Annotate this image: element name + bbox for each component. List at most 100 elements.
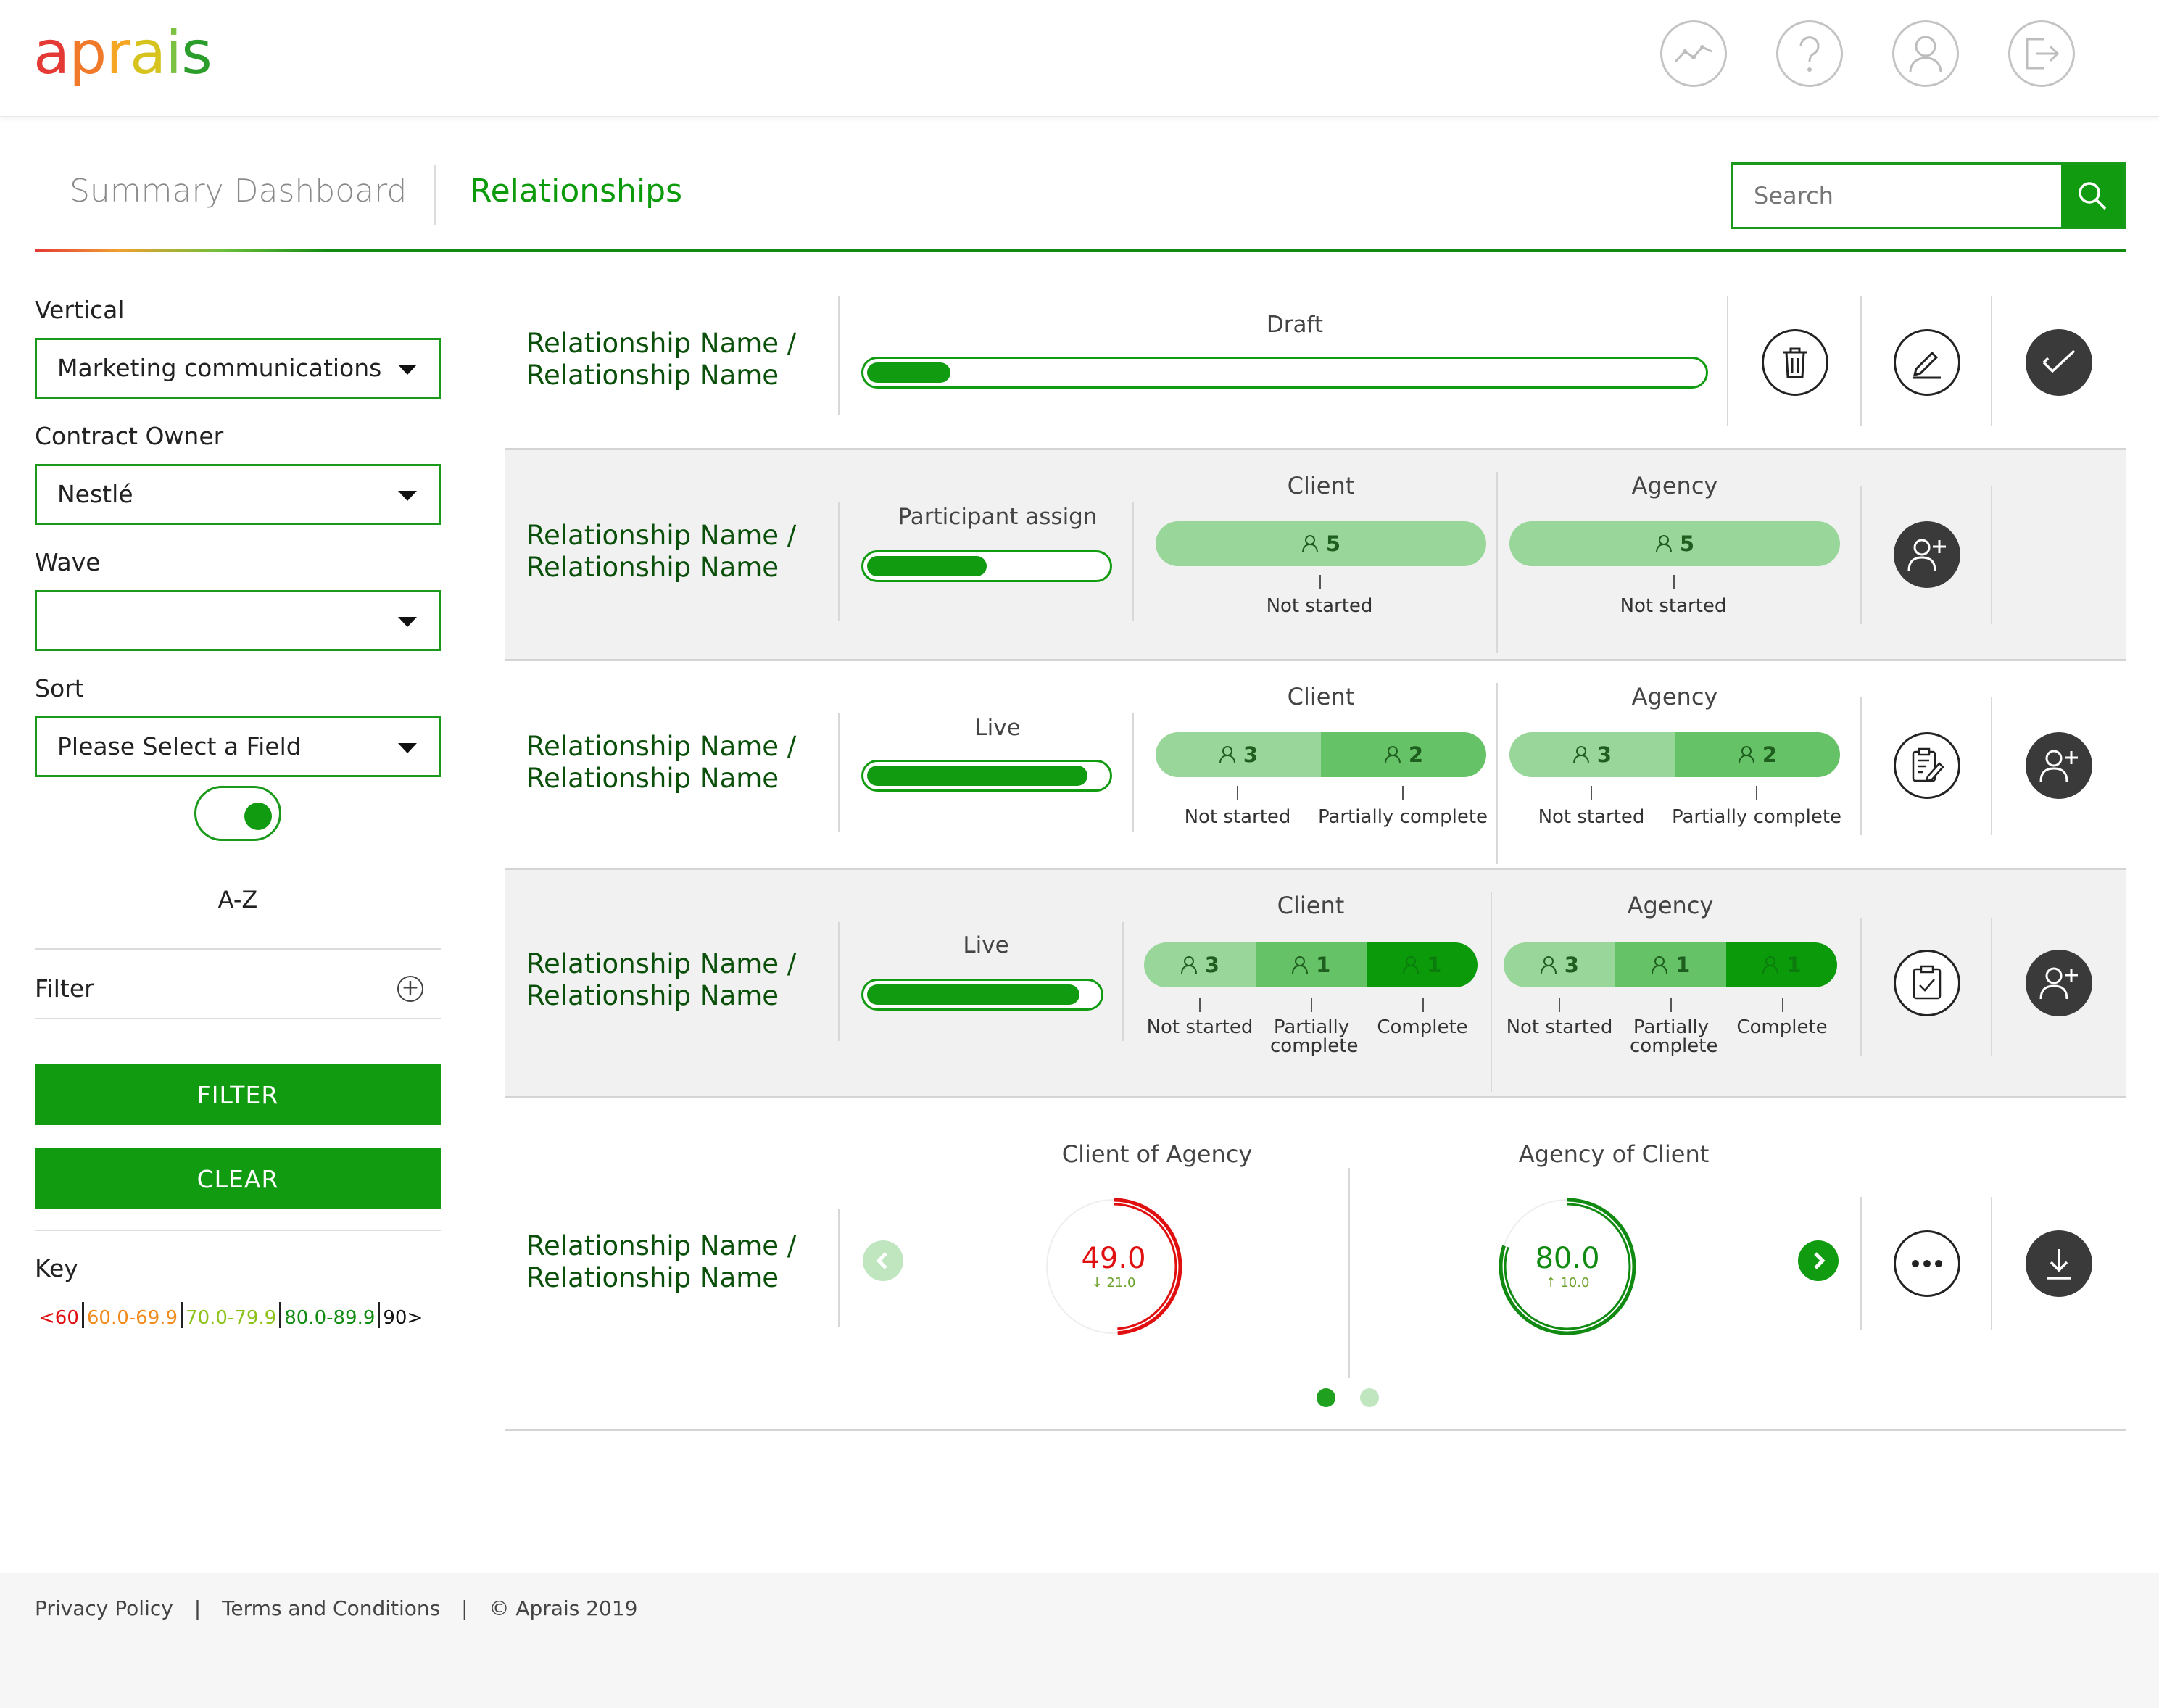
client-partially-complete-segment: 2 [1321, 732, 1486, 777]
tick-mark [1756, 786, 1757, 800]
more-icon [1912, 1260, 1942, 1267]
aprais-logo[interactable]: aprais [33, 17, 212, 90]
person-icon [1384, 746, 1401, 764]
agency-participant-bar[interactable]: 5 [1509, 521, 1840, 566]
clipboard-check-icon [1913, 965, 1942, 1000]
relationship-row-live: Relationship Name / Relationship Name Liv… [505, 661, 2126, 868]
agency-partially-complete-label: Partially complete [1671, 806, 1842, 828]
wave-select[interactable] [35, 590, 441, 651]
column-divider [1991, 296, 1992, 426]
footer-separator: | [461, 1596, 468, 1620]
tab-summary-dashboard[interactable]: Summary Dashboard [70, 173, 407, 210]
client-participant-bar[interactable]: 3 1 1 [1144, 942, 1478, 987]
add-user-icon [2039, 750, 2078, 782]
client-participant-bar[interactable]: 3 2 [1156, 732, 1486, 777]
agency-partially-complete-label: Partially complete [1630, 1016, 1718, 1057]
footer-links: Privacy Policy | Terms and Conditions | … [35, 1596, 638, 1620]
logo-letter: s [181, 19, 212, 88]
search-input[interactable] [1733, 165, 2061, 227]
client-of-agency-change: ↓ 21.0 [1091, 1275, 1136, 1290]
relationship-name[interactable]: Relationship Name / Relationship Name [526, 948, 796, 1012]
tick-mark [1311, 998, 1312, 1012]
results-button[interactable] [1894, 950, 1960, 1016]
relationship-name[interactable]: Relationship Name / Relationship Name [526, 731, 796, 795]
help-icon[interactable] [1776, 20, 1843, 87]
agency-partially-complete-segment: 2 [1675, 732, 1840, 777]
pager-dot-active[interactable] [1317, 1388, 1335, 1407]
vertical-label: Vertical [35, 296, 125, 324]
progress-fill [867, 556, 987, 576]
client-group-title: Client [1287, 683, 1355, 710]
review-button[interactable] [1894, 732, 1960, 799]
sort-order-label: A-Z [217, 886, 258, 913]
copyright-text: © Aprais 2019 [489, 1596, 638, 1620]
search-button[interactable] [2061, 165, 2123, 227]
client-not-started-segment: 3 [1144, 942, 1256, 987]
agency-group-title: Agency [1627, 892, 1714, 919]
chevron-right-icon [1814, 1252, 1826, 1269]
approve-button[interactable] [2026, 329, 2092, 396]
person-icon [1540, 956, 1557, 974]
column-divider [1991, 486, 1992, 624]
terms-link[interactable]: Terms and Conditions [222, 1596, 440, 1620]
more-options-button[interactable] [1894, 1230, 1960, 1297]
client-participant-bar[interactable]: 5 [1156, 521, 1486, 566]
column-divider [1860, 486, 1862, 624]
relationship-name[interactable]: Relationship Name / Relationship Name [526, 520, 796, 584]
analytics-icon[interactable] [1660, 20, 1727, 87]
relationship-name[interactable]: Relationship Name / Relationship Name [526, 328, 796, 391]
client-complete-segment: 1 [1366, 942, 1478, 987]
previous-arrow-button[interactable] [863, 1240, 903, 1281]
agency-not-started-segment: 3 [1504, 942, 1615, 987]
download-button[interactable] [2026, 1230, 2092, 1297]
edit-button[interactable] [1894, 329, 1960, 396]
clear-button[interactable]: CLEAR [35, 1148, 441, 1209]
pager-dot[interactable] [1360, 1388, 1379, 1407]
add-participant-button[interactable] [2026, 732, 2092, 799]
add-filter-icon[interactable]: + [397, 976, 423, 1002]
chevron-left-icon [876, 1252, 887, 1269]
tick-mark [1670, 998, 1672, 1012]
client-partially-complete-segment: 1 [1255, 942, 1367, 987]
user-icon[interactable] [1892, 20, 1959, 87]
search-box [1731, 162, 2126, 229]
tab-relationships[interactable]: Relationships [470, 173, 682, 210]
contract-owner-select[interactable]: Nestlé [35, 464, 441, 525]
delete-button[interactable] [1762, 329, 1828, 396]
progress-fill [867, 984, 1080, 1005]
key-range: 60.0-69.9 [86, 1306, 178, 1329]
logo-letter: a [130, 19, 166, 88]
add-user-icon [2039, 967, 2078, 1000]
contract-owner-value: Nestlé [57, 480, 133, 508]
column-divider [1860, 296, 1862, 426]
add-participant-button[interactable] [1894, 521, 1960, 588]
add-participant-button[interactable] [2026, 950, 2092, 1016]
agency-group-title: Agency [1631, 683, 1718, 710]
vertical-select[interactable]: Marketing communications [35, 338, 441, 399]
client-not-started-label: Not started [1184, 806, 1291, 828]
logout-icon[interactable] [2008, 20, 2075, 87]
key-range: <60 [39, 1306, 79, 1329]
client-not-started-label: Not started [1146, 1016, 1253, 1038]
agency-participant-bar[interactable]: 3 2 [1509, 732, 1840, 777]
column-divider [1491, 892, 1492, 1092]
tab-divider [434, 165, 436, 225]
relationship-name[interactable]: Relationship Name / Relationship Name [526, 1230, 796, 1294]
agency-of-client-change: ↑ 10.0 [1545, 1275, 1590, 1290]
filter-button[interactable]: FILTER [35, 1064, 441, 1125]
key-separator [181, 1302, 183, 1328]
search-icon [2079, 182, 2107, 210]
sort-order-toggle[interactable] [194, 786, 281, 841]
status-progress-bar [861, 760, 1112, 792]
privacy-policy-link[interactable]: Privacy Policy [35, 1596, 173, 1620]
footer-separator: | [194, 1596, 202, 1620]
agency-not-started-label: Not started [1620, 595, 1727, 617]
caret-down-icon [398, 491, 417, 501]
next-arrow-button[interactable] [1798, 1240, 1839, 1281]
sort-select[interactable]: Please Select a Field [35, 716, 441, 777]
relationship-row-participant-assign: Relationship Name / Relationship Name Par… [505, 450, 2126, 659]
agency-participant-bar[interactable]: 3 1 1 [1504, 942, 1837, 987]
caret-down-icon [398, 617, 417, 627]
column-divider [1860, 1197, 1862, 1330]
agency-group-title: Agency [1631, 472, 1718, 499]
